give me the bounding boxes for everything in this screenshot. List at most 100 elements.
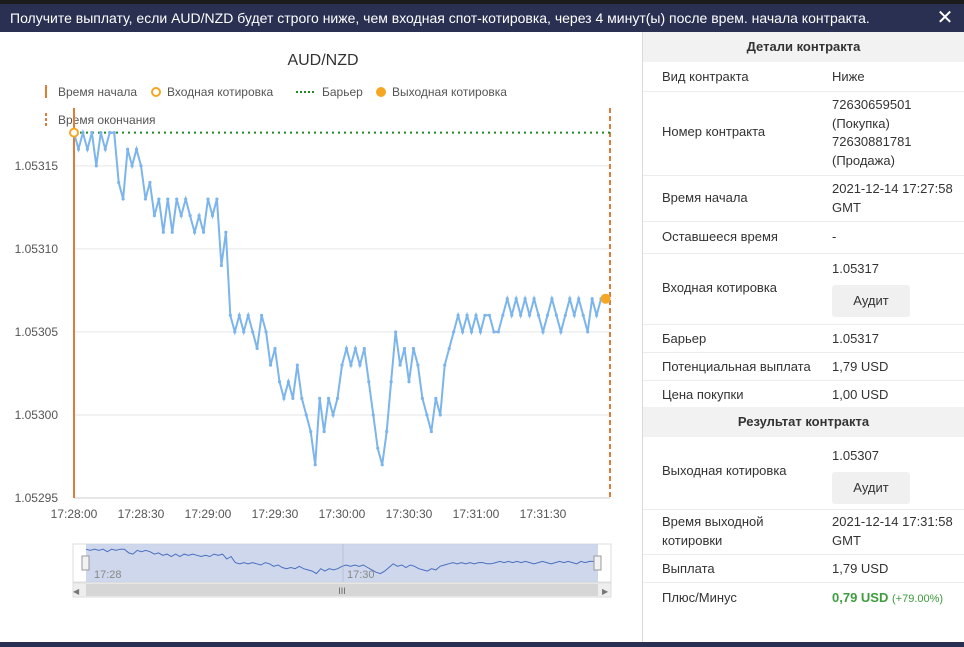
scroll-right-icon[interactable]: ▶ [602,587,609,596]
price-point [367,380,371,384]
price-point [389,380,393,384]
price-point [148,180,152,185]
price-point [188,214,192,218]
price-point [461,330,465,334]
price-point [81,131,85,135]
contract-type-value: Ниже [832,69,865,84]
price-point [514,297,518,301]
navigator-label-2: 17:30 [347,569,375,581]
entry-spot-marker [69,127,79,138]
price-point [295,363,299,367]
price-point [402,346,407,351]
price-point [340,363,344,367]
price-point [108,131,112,135]
exit-time-label: Время выходной котировки [662,513,822,550]
price-point [438,413,442,417]
price-point [251,330,255,334]
legend-exit-marker [376,87,386,97]
contract-description: Получите выплату, если AUD/NZD будет стр… [10,10,870,26]
barrier-value: 1.05317 [832,331,879,346]
price-point [157,197,161,201]
x-axis: 17:28:00 17:28:30 17:29:00 17:29:30 17:30:00… [51,507,567,521]
navigator-handle-right[interactable] [593,555,602,571]
row-remaining-time: Оставшееся время - [643,221,964,254]
payout-label: Выплата [662,561,715,576]
start-time-label: Время начала [662,190,748,205]
start-time-date: 2021-12-14 17:27:58 [832,181,953,196]
price-point [586,330,590,334]
price-point [143,197,148,201]
navigator-handle-left[interactable] [81,555,90,571]
chart-pane: AUD/NZD Время начала Входная котировка Б… [0,32,642,642]
exit-time-label-line1: Время выходной [662,514,764,529]
legend-end-time[interactable]: Время окончания [58,113,156,127]
price-point [134,147,139,151]
x-tick-label: 17:30:00 [319,507,366,521]
row-barrier: Барьер 1.05317 [643,324,964,353]
price-point [394,330,398,334]
row-start-time: Время начала 2021-12-14 17:27:58 GMT [643,175,964,222]
price-point [335,396,340,400]
profit-loss-value-group: 0,79 USD (+79.00%) [832,590,962,605]
legend-start-time[interactable]: Время начала [58,85,137,99]
price-point [376,446,380,450]
price-point [519,313,523,317]
y-tick-label: 1.05300 [15,408,59,422]
price-point [152,214,156,218]
price-point [349,363,353,367]
price-point [210,214,215,218]
price-point [456,313,460,317]
dialog-header: Получите выплату, если AUD/NZD будет стр… [0,4,964,32]
price-point [474,313,478,317]
price-chart: AUD/NZD Время начала Входная котировка Б… [15,52,612,598]
legend-entry-spot[interactable]: Входная котировка [167,85,274,99]
price-point [300,396,304,400]
exit-time-value: 2021-12-14 17:31:58 GMT [832,513,962,550]
entry-audit-button[interactable]: Аудит [832,285,910,317]
price-point [492,330,496,334]
contract-type-label: Вид контракта [662,69,749,84]
price-point [487,313,491,317]
price-point [219,263,223,268]
price-point [103,147,107,151]
price-point [411,346,416,351]
chart-title: AUD/NZD [287,52,358,69]
row-contract-type: Вид контракта Ниже [643,62,964,92]
payout-value: 1,79 USD [832,561,889,576]
scroll-grip-icon[interactable]: III [338,586,346,596]
price-point [344,346,349,351]
contract-result-header: Результат контракта [643,407,964,437]
legend-exit-spot[interactable]: Выходная котировка [392,85,507,99]
price-point [273,346,277,351]
contract-number-sell-tag: (Продажа) [832,152,895,168]
price-point [260,313,264,317]
price-point [318,396,322,400]
price-point [371,413,375,417]
price-point [304,413,308,417]
barrier-label: Барьер [662,331,707,346]
exit-time-zone: GMT [832,532,861,548]
row-potential-payout: Потенциальная выплата 1,79 USD [643,352,964,381]
remaining-time-value: - [832,229,837,244]
price-point [112,131,116,135]
potential-payout-value: 1,79 USD [832,359,889,374]
price-point [554,313,559,317]
profit-loss-value: 0,79 USD [832,590,889,605]
price-point [385,429,389,434]
exit-time-date: 2021-12-14 17:31:58 [832,514,953,529]
price-point [291,396,295,400]
price-point [286,380,290,384]
price-point [528,313,532,317]
price-point [224,230,228,234]
exit-time-label-line2: котировки [662,532,723,548]
exit-audit-button[interactable]: Аудит [832,472,910,504]
navigator[interactable]: 17:28 17:30 ◀ ▶ III [72,543,612,598]
legend-barrier[interactable]: Барьер [322,85,363,99]
scroll-left-icon[interactable]: ◀ [73,587,80,596]
row-exit-time: Время выходной котировки 2021-12-14 17:3… [643,509,964,555]
price-point [117,180,121,185]
y-tick-label: 1.05315 [15,159,59,173]
start-time-value: 2021-12-14 17:27:58 GMT [832,180,962,217]
close-icon[interactable]: ✕ [934,7,956,29]
price-point [193,230,197,234]
